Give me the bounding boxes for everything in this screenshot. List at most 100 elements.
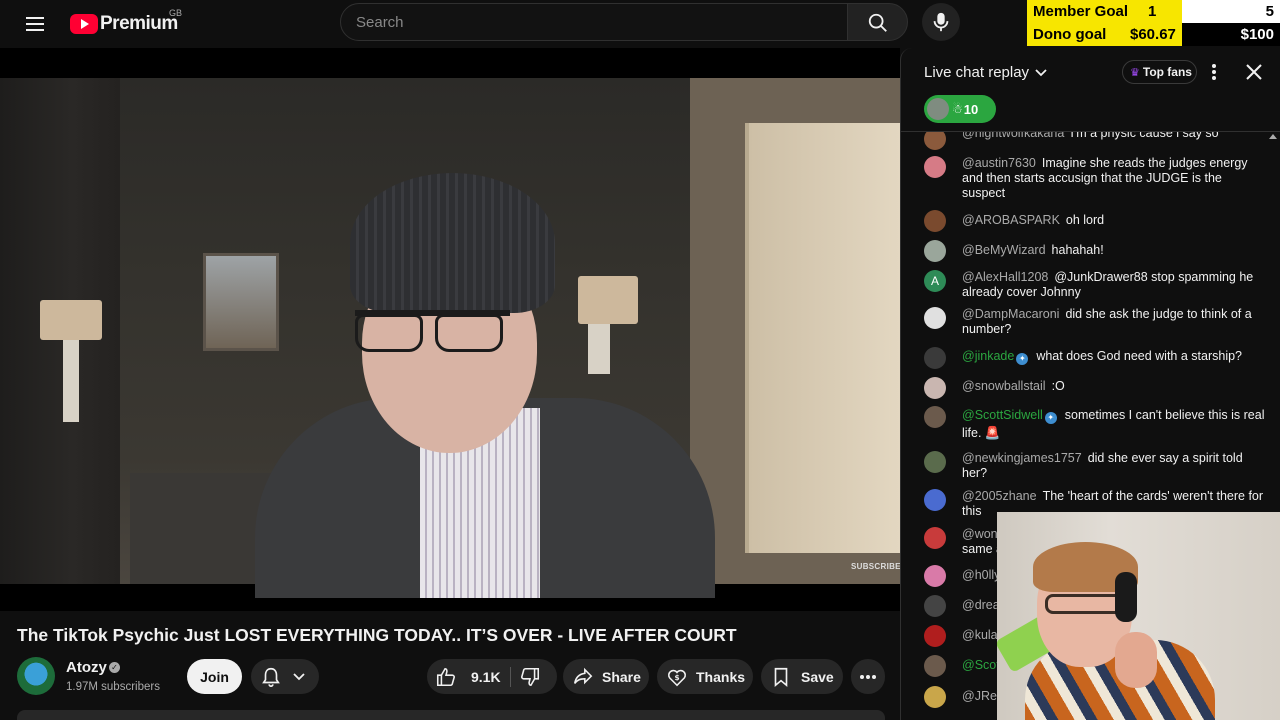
- chat-message-body: @DampMacaroni did she ask the judge to th…: [962, 307, 1267, 337]
- save-button[interactable]: Save: [761, 659, 843, 694]
- door: [745, 123, 900, 553]
- dono-goal-current: $60.67: [1130, 26, 1176, 43]
- member-goal: Member Goal 1 5: [1027, 0, 1280, 23]
- chat-avatar[interactable]: [924, 406, 946, 428]
- chat-author[interactable]: @AROBASPARK: [962, 213, 1060, 227]
- share-label: Share: [602, 668, 641, 685]
- dislike-button[interactable]: [511, 659, 541, 694]
- chat-author[interactable]: @snowballstail: [962, 379, 1046, 393]
- thanks-heart-icon: $: [667, 669, 687, 686]
- more-horizontal-icon: [860, 674, 876, 679]
- chat-author[interactable]: @JRe: [962, 689, 997, 703]
- viewer-count: 10: [963, 101, 979, 117]
- chat-avatar[interactable]: [924, 595, 946, 617]
- chat-avatar[interactable]: [924, 527, 946, 549]
- chat-author[interactable]: @Scot: [962, 658, 1000, 672]
- top-bar: Premium GB Member Goal 1 5 Dono goal $60…: [0, 0, 1280, 48]
- chevron-down-icon: [293, 672, 305, 680]
- chat-avatar[interactable]: [924, 240, 946, 262]
- viewer-icon: ☃: [952, 102, 963, 116]
- thumbs-up-icon: [436, 667, 456, 686]
- thanks-label: Thanks: [696, 668, 746, 685]
- chat-author[interactable]: @wont: [962, 527, 1001, 541]
- verified-icon: ✓: [109, 662, 120, 673]
- chat-author[interactable]: @AlexHall1208: [962, 270, 1048, 284]
- chat-avatar[interactable]: [924, 565, 946, 587]
- video-player[interactable]: SUBSCRIBE: [0, 48, 900, 611]
- youtube-logo[interactable]: Premium: [70, 11, 178, 37]
- microphone-icon: [933, 12, 949, 32]
- chat-author[interactable]: @2005zhane: [962, 489, 1037, 503]
- channel-avatar[interactable]: [17, 657, 55, 695]
- chat-avatar[interactable]: [924, 347, 946, 369]
- video-frame: [0, 78, 900, 598]
- chat-author[interactable]: @h0lly: [962, 568, 1000, 582]
- chat-avatar[interactable]: [924, 156, 946, 178]
- youtube-play-icon: [70, 14, 98, 34]
- subscribe-watermark[interactable]: SUBSCRIBE: [851, 562, 900, 571]
- top-fans-label: Top fans: [1142, 65, 1192, 79]
- chat-author[interactable]: @newkingjames1757: [962, 451, 1082, 465]
- chat-header: Live chat replay ♛ Top fans ☃ 10: [901, 48, 1280, 132]
- chat-author[interactable]: @nightwolfkakana: [962, 132, 1064, 140]
- member-goal-current: 1: [1148, 3, 1157, 20]
- dono-goal: Dono goal $60.67 $100: [1027, 23, 1280, 46]
- lamp-right-shade: [578, 276, 638, 324]
- chat-avatar[interactable]: [924, 686, 946, 708]
- chat-avatar[interactable]: [924, 489, 946, 511]
- lamp-left-base: [63, 340, 79, 422]
- chat-avatar[interactable]: [924, 451, 946, 473]
- crown-icon: ♛: [1130, 66, 1140, 79]
- thanks-button[interactable]: $ Thanks: [657, 659, 753, 694]
- chat-author[interactable]: @BeMyWizard: [962, 243, 1046, 257]
- chat-author[interactable]: @drea: [962, 598, 1000, 612]
- lamp-left-shade: [40, 300, 102, 340]
- lamp-right-base: [588, 324, 610, 374]
- notifications-button[interactable]: [251, 659, 319, 694]
- chat-author[interactable]: @DampMacaroni: [962, 307, 1059, 321]
- chat-author[interactable]: @jinkade: [962, 349, 1014, 363]
- search-button[interactable]: [847, 3, 908, 41]
- search-input[interactable]: [341, 4, 847, 40]
- search-box: [340, 3, 848, 41]
- streamer-webcam: [997, 512, 1280, 720]
- share-button[interactable]: Share: [563, 659, 649, 694]
- chat-author[interactable]: @ScottSidwell: [962, 408, 1043, 422]
- bell-icon: [262, 667, 280, 687]
- chat-avatar[interactable]: [924, 132, 946, 150]
- viewer-count-badge[interactable]: ☃ 10: [924, 95, 996, 123]
- more-actions-button[interactable]: [851, 659, 885, 694]
- more-vertical-icon[interactable]: [1207, 62, 1221, 82]
- chevron-down-icon[interactable]: [1034, 66, 1048, 80]
- person-glasses: [355, 310, 510, 352]
- chat-avatar[interactable]: [924, 377, 946, 399]
- like-button[interactable]: 9.1K: [427, 659, 510, 694]
- chat-author[interactable]: @kulal: [962, 628, 1000, 642]
- chat-message-body: @AROBASPARK oh lord: [962, 213, 1267, 228]
- chat-avatar[interactable]: [924, 210, 946, 232]
- chat-message-body: @jinkade ✦ what does God need with a stars…: [962, 349, 1267, 365]
- chat-avatar[interactable]: [924, 655, 946, 677]
- svg-text:$: $: [674, 672, 679, 681]
- chat-author[interactable]: @austin7630: [962, 156, 1036, 170]
- join-button[interactable]: Join: [187, 659, 242, 694]
- share-icon: [573, 667, 593, 684]
- menu-icon[interactable]: [24, 12, 48, 36]
- chat-avatar[interactable]: [924, 307, 946, 329]
- person-beanie: [350, 173, 555, 313]
- chat-avatar[interactable]: A: [924, 270, 946, 292]
- chat-text: :O: [1051, 379, 1065, 393]
- like-count: 9.1K: [471, 668, 501, 685]
- painting: [203, 253, 279, 351]
- top-fans-button[interactable]: ♛ Top fans: [1122, 60, 1197, 84]
- search-icon: [868, 13, 887, 32]
- voice-search-button[interactable]: [922, 3, 960, 41]
- chat-avatar[interactable]: [924, 625, 946, 647]
- channel-name[interactable]: Atozy: [66, 659, 107, 676]
- bookmark-icon: [774, 667, 788, 687]
- chat-message-body: @austin7630 Imagine she reads the judges …: [962, 156, 1267, 201]
- chat-title[interactable]: Live chat replay: [924, 64, 1029, 81]
- description-box[interactable]: [17, 710, 885, 720]
- close-icon[interactable]: [1244, 62, 1264, 82]
- verified-badge-icon: ✦: [1016, 353, 1029, 365]
